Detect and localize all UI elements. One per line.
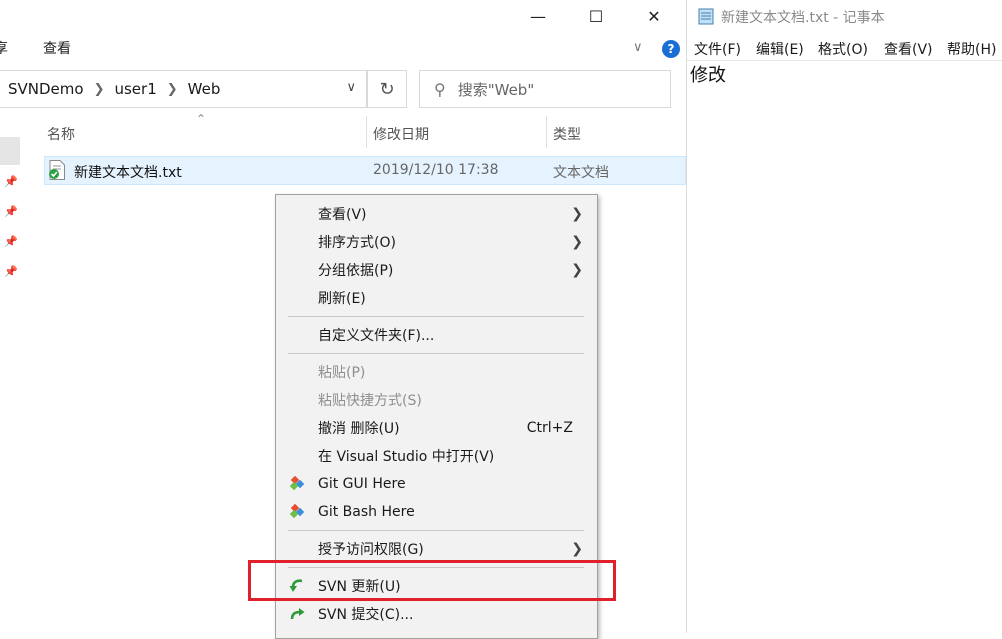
file-type: 文本文档 bbox=[553, 165, 609, 181]
pin-icon: 📌 bbox=[4, 265, 18, 278]
breadcrumb-svndemo[interactable]: SVNDemo bbox=[8, 80, 84, 98]
menu-item-sort-by[interactable]: 排序方式(O) ❯ bbox=[276, 228, 597, 256]
menu-view[interactable]: 查看(V) bbox=[884, 39, 933, 59]
menu-item-open-in-visual-studio[interactable]: 在 Visual Studio 中打开(V) bbox=[276, 442, 597, 470]
expand-ribbon-chevron-icon[interactable]: ∨ bbox=[633, 40, 643, 55]
column-header-date[interactable]: 修改日期 bbox=[373, 124, 429, 144]
file-modified-date: 2019/12/10 17:38 bbox=[373, 162, 499, 178]
notepad-title: 新建文本文档.txt - 记事本 bbox=[721, 10, 885, 26]
menu-item-svn-commit[interactable]: SVN 提交(C)... bbox=[276, 600, 597, 628]
menu-item-undo-delete[interactable]: 撤消 删除(U) Ctrl+Z bbox=[276, 414, 597, 442]
svn-commit-icon bbox=[290, 608, 305, 620]
minimize-icon: — bbox=[530, 6, 546, 26]
notepad-icon bbox=[698, 8, 714, 25]
menu-separator bbox=[288, 353, 584, 354]
menu-item-customize-folder[interactable]: 自定义文件夹(F)... bbox=[276, 321, 597, 349]
menu-item-refresh[interactable]: 刷新(E) bbox=[276, 284, 597, 312]
notepad-window: 新建文本文档.txt - 记事本 文件(F) 编辑(E) 格式(O) 查看(V)… bbox=[686, 0, 1002, 633]
submenu-arrow-icon: ❯ bbox=[571, 206, 583, 222]
search-icon: ⚲ bbox=[434, 79, 446, 99]
minimize-button[interactable]: — bbox=[510, 0, 566, 32]
maximize-icon: ☐ bbox=[588, 6, 604, 26]
ribbon-tab-view[interactable]: 查看 bbox=[43, 38, 71, 58]
annotation-highlight-box bbox=[248, 560, 616, 601]
menu-item-view[interactable]: 查看(V) ❯ bbox=[276, 200, 597, 228]
git-bash-icon bbox=[289, 504, 305, 519]
address-bar[interactable]: SVNDemo ❯ user1 ❯ Web ∨ bbox=[0, 70, 367, 108]
refresh-icon: ↻ bbox=[379, 78, 395, 100]
navigation-pane bbox=[0, 110, 22, 633]
search-input[interactable]: ⚲ 搜索"Web" bbox=[419, 70, 671, 108]
submenu-arrow-icon: ❯ bbox=[571, 262, 583, 278]
maximize-button[interactable]: ☐ bbox=[568, 0, 624, 32]
submenu-arrow-icon: ❯ bbox=[571, 234, 583, 250]
nav-pane-selected-item[interactable] bbox=[0, 137, 20, 165]
submenu-arrow-icon: ❯ bbox=[571, 541, 583, 557]
menu-format[interactable]: 格式(O) bbox=[818, 39, 868, 59]
close-icon: ✕ bbox=[647, 6, 661, 26]
svn-text-file-icon bbox=[49, 160, 65, 180]
column-divider[interactable] bbox=[546, 116, 547, 148]
git-gui-icon bbox=[289, 476, 305, 491]
search-placeholder: 搜索"Web" bbox=[457, 80, 535, 99]
close-button[interactable]: ✕ bbox=[626, 0, 682, 32]
menu-edit[interactable]: 编辑(E) bbox=[756, 39, 804, 59]
help-icon[interactable]: ? bbox=[662, 40, 680, 58]
pin-icon: 📌 bbox=[4, 235, 18, 248]
column-header-name[interactable]: 名称 bbox=[47, 124, 75, 144]
breadcrumb-web[interactable]: Web bbox=[188, 80, 221, 98]
menu-item-git-bash-here[interactable]: Git Bash Here bbox=[276, 498, 597, 526]
menu-help[interactable]: 帮助(H) bbox=[947, 39, 996, 59]
address-dropdown-chevron-icon[interactable]: ∨ bbox=[346, 80, 356, 95]
menu-separator bbox=[288, 530, 584, 531]
shortcut-label: Ctrl+Z bbox=[526, 420, 573, 436]
menu-item-paste-shortcut: 粘贴快捷方式(S) bbox=[318, 393, 422, 409]
menu-item-group-by[interactable]: 分组依据(P) ❯ bbox=[276, 256, 597, 284]
refresh-button[interactable]: ↻ bbox=[367, 70, 407, 108]
column-divider[interactable] bbox=[366, 116, 367, 148]
ribbon-tab-share[interactable]: 享 bbox=[0, 38, 8, 58]
menu-item-paste: 粘贴(P) bbox=[318, 365, 366, 381]
file-name: 新建文本文档.txt bbox=[74, 165, 182, 181]
pin-icon: 📌 bbox=[4, 175, 18, 188]
menu-separator bbox=[288, 316, 584, 317]
breadcrumb-chevron-icon[interactable]: ❯ bbox=[167, 82, 178, 97]
menu-file[interactable]: 文件(F) bbox=[694, 39, 741, 59]
menu-item-git-gui-here[interactable]: Git GUI Here bbox=[276, 470, 597, 498]
menu-item-give-access[interactable]: 授予访问权限(G) ❯ bbox=[276, 535, 597, 563]
breadcrumb-chevron-icon[interactable]: ❯ bbox=[94, 82, 105, 97]
notepad-text-area[interactable]: 修改 bbox=[690, 61, 726, 87]
column-header-type[interactable]: 类型 bbox=[553, 124, 581, 144]
sort-ascending-icon: ⌃ bbox=[196, 112, 207, 126]
breadcrumb-user1[interactable]: user1 bbox=[114, 80, 156, 98]
pin-icon: 📌 bbox=[4, 205, 18, 218]
